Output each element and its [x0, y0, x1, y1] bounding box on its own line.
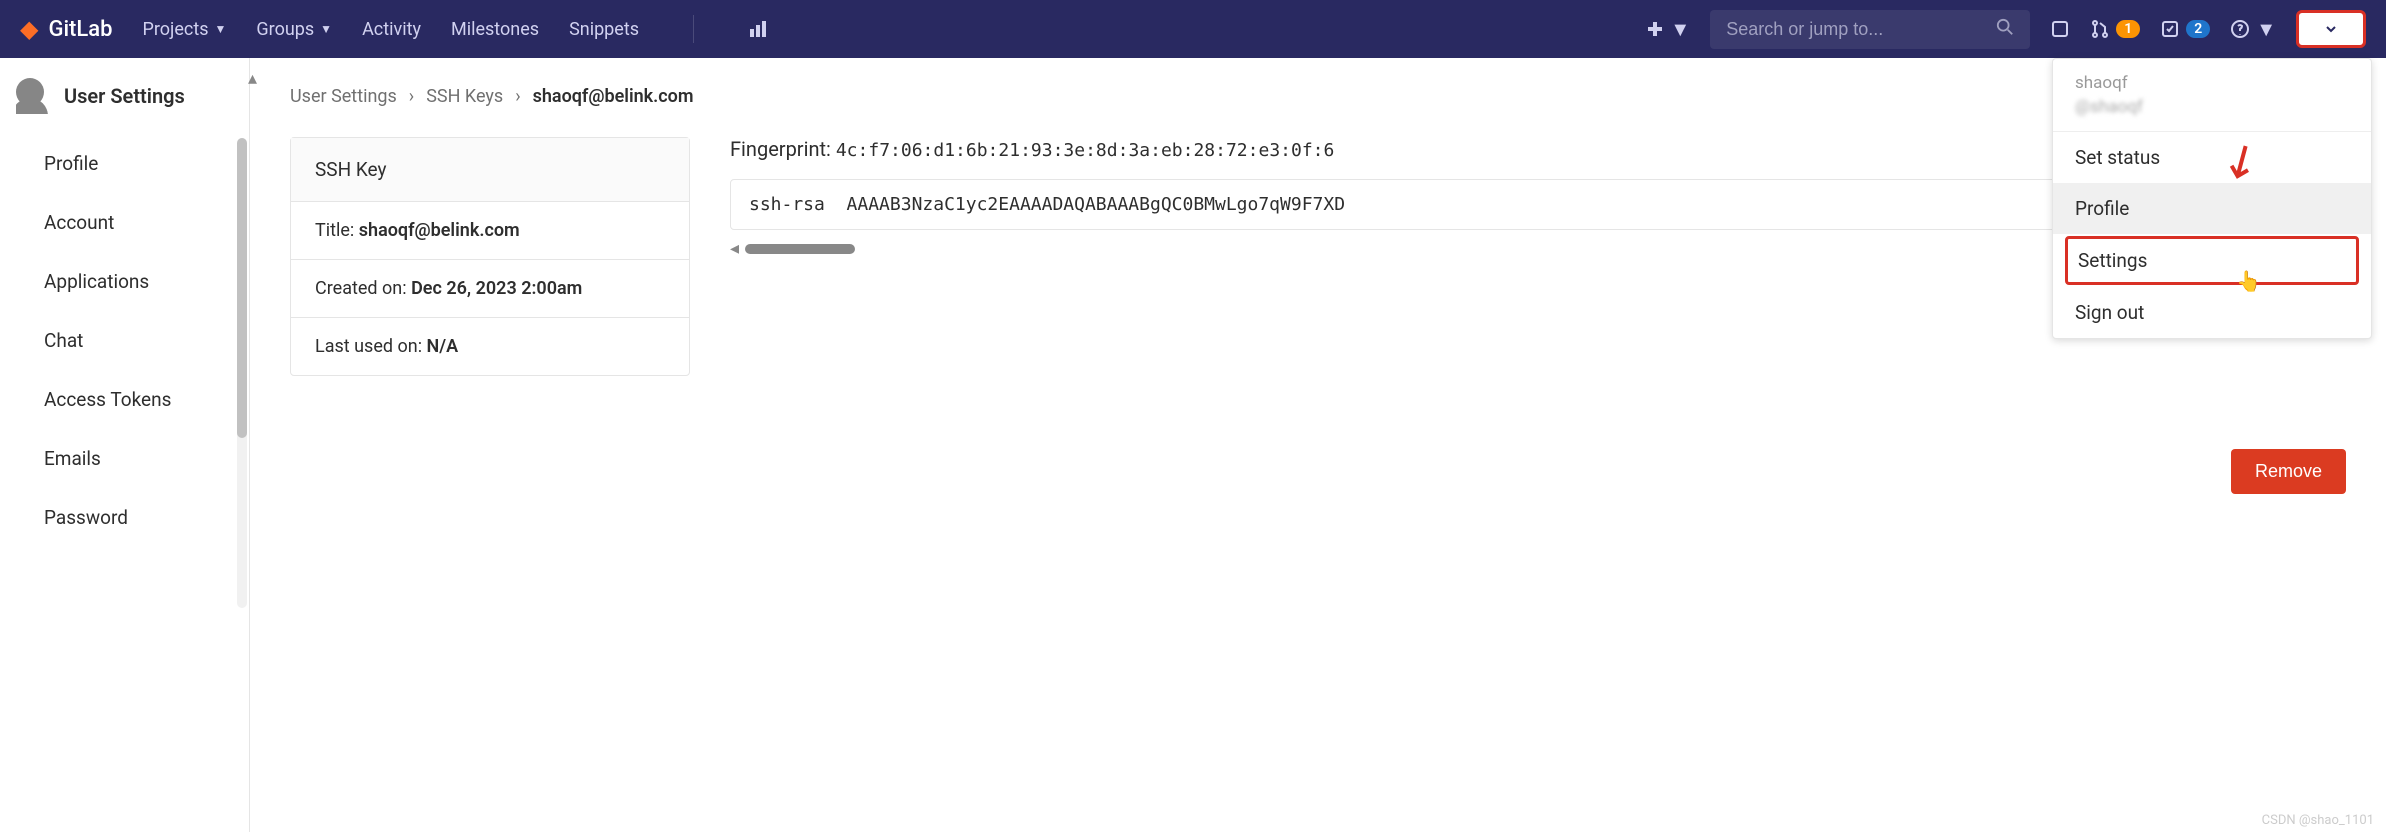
issues-icon[interactable]	[2050, 19, 2070, 39]
chevron-down-icon: ▼	[2256, 17, 2276, 42]
main-layout: ▴ User Settings Profile Account Applicat…	[0, 58, 2386, 832]
sidebar-item-password[interactable]: Password	[0, 488, 249, 547]
chevron-down-icon: ▼	[1670, 17, 1690, 42]
gitlab-icon: ◆	[20, 15, 38, 43]
user-dropdown-menu: shaoqf @shaoqf Set status Profile Settin…	[2052, 58, 2372, 339]
help-icon[interactable]: ▼	[2230, 17, 2276, 42]
dropdown-user-info: shaoqf @shaoqf	[2053, 59, 2371, 132]
ssh-card: SSH Key Title: shaoqf@belink.com Created…	[290, 137, 690, 376]
dropdown-username: shaoqf	[2075, 73, 2349, 93]
sidebar-title: User Settings	[64, 84, 185, 108]
gitlab-logo[interactable]: ◆ GitLab	[20, 15, 113, 43]
ssh-card-header: SSH Key	[291, 138, 689, 202]
dropdown-profile[interactable]: Profile	[2053, 183, 2371, 234]
sidebar-item-applications[interactable]: Applications	[0, 252, 249, 311]
todos-badge: 2	[2186, 20, 2210, 38]
breadcrumb-ssh-keys[interactable]: SSH Keys	[426, 86, 503, 107]
user-icon	[16, 78, 44, 106]
user-menu-toggle[interactable]	[2296, 10, 2366, 48]
merge-requests-icon[interactable]: 1	[2090, 19, 2140, 39]
ssh-lastused-row: Last used on: N/A	[291, 318, 689, 375]
sidebar-header[interactable]: User Settings	[0, 58, 249, 134]
scroll-left-icon: ◂	[730, 238, 739, 259]
remove-button[interactable]: Remove	[2231, 449, 2346, 494]
dropdown-set-status[interactable]: Set status	[2053, 132, 2371, 183]
breadcrumb-current: shaoqf@belink.com	[533, 86, 694, 107]
divider	[693, 15, 694, 43]
ssh-title-row: Title: shaoqf@belink.com	[291, 202, 689, 260]
dropdown-settings[interactable]: Settings	[2065, 236, 2359, 285]
sidebar-item-emails[interactable]: Emails	[0, 429, 249, 488]
chevron-right-icon: ›	[409, 86, 414, 107]
nav-groups[interactable]: Groups ▼	[256, 19, 332, 40]
cursor-hand-icon: 👆	[2236, 269, 2261, 293]
todos-icon[interactable]: 2	[2160, 19, 2210, 39]
search-icon[interactable]	[1996, 18, 2014, 41]
chevron-down-icon: ▼	[320, 22, 332, 36]
nav-right: ▼ 1 2 ▼	[1646, 10, 2366, 49]
breadcrumb: User Settings › SSH Keys › shaoqf@belink…	[290, 86, 2346, 107]
dropdown-handle: @shaoqf	[2075, 97, 2349, 117]
chevron-right-icon: ›	[515, 86, 520, 107]
dropdown-sign-out[interactable]: Sign out	[2053, 287, 2371, 338]
chevron-down-icon: ▼	[215, 22, 227, 36]
watermark: CSDN @shao_1101	[2262, 813, 2374, 828]
nav-snippets[interactable]: Snippets	[569, 19, 639, 40]
analytics-icon[interactable]	[748, 19, 768, 39]
search-box[interactable]	[1710, 10, 2030, 49]
sidebar-item-account[interactable]: Account	[0, 193, 249, 252]
brand-text: GitLab	[48, 17, 112, 42]
top-navbar: ◆ GitLab Projects ▼ Groups ▼ Activity Mi…	[0, 0, 2386, 58]
new-dropdown[interactable]: ▼	[1646, 17, 1690, 42]
ssh-key-details: SSH Key Title: shaoqf@belink.com Created…	[290, 137, 2346, 494]
nav-activity[interactable]: Activity	[362, 19, 421, 40]
sidebar-item-chat[interactable]: Chat	[0, 311, 249, 370]
sidebar-item-access-tokens[interactable]: Access Tokens	[0, 370, 249, 429]
scroll-thumb[interactable]	[745, 244, 855, 254]
nav-milestones[interactable]: Milestones	[451, 19, 539, 40]
breadcrumb-user-settings[interactable]: User Settings	[290, 86, 397, 107]
nav-links: Projects ▼ Groups ▼ Activity Milestones …	[143, 15, 769, 43]
sidebar: ▴ User Settings Profile Account Applicat…	[0, 58, 250, 832]
nav-projects[interactable]: Projects ▼	[143, 19, 227, 40]
ssh-created-row: Created on: Dec 26, 2023 2:00am	[291, 260, 689, 318]
search-input[interactable]	[1726, 19, 1986, 40]
sidebar-item-profile[interactable]: Profile	[0, 134, 249, 193]
scrollbar-thumb[interactable]	[237, 138, 247, 438]
merge-badge: 1	[2116, 20, 2140, 38]
